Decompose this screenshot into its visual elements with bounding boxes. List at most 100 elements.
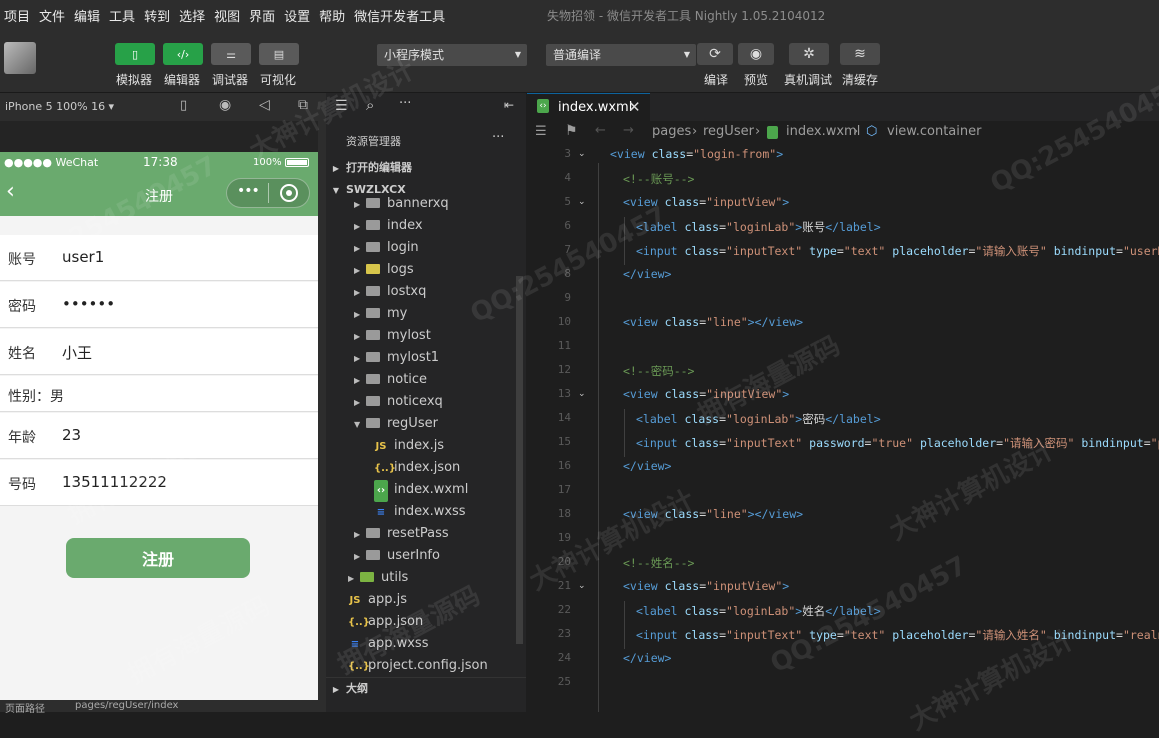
menu-item[interactable]: 微信开发者工具	[354, 6, 445, 25]
tree-folder[interactable]: ▶ resetPass	[354, 523, 449, 545]
volume-icon[interactable]: ◁	[259, 97, 270, 113]
tree-folder[interactable]: ▶ index	[354, 215, 423, 237]
more-dots-icon[interactable]: •••	[237, 183, 260, 199]
list-icon[interactable]: ☰	[535, 124, 547, 139]
folder-icon	[366, 264, 380, 274]
menu-item[interactable]: 工具	[109, 6, 135, 25]
toolbar-label: 编译	[704, 73, 729, 87]
tree-folder[interactable]: ▶ logs	[354, 259, 414, 281]
chevron-right-icon: ▶	[354, 552, 361, 561]
phone-button[interactable]: ▯	[115, 43, 155, 65]
fold-chevron-icon[interactable]: ⌄	[578, 149, 586, 159]
breadcrumb-symbol[interactable]: view.container	[887, 124, 981, 139]
tree-folder[interactable]: ▶ notice	[354, 369, 427, 391]
form-row[interactable]: 姓名 小王	[0, 329, 318, 375]
form-label: 号码	[8, 477, 36, 493]
open-editors-section[interactable]: ▶ 打开的编辑器	[326, 157, 526, 179]
tree-folder[interactable]: ▶ login	[354, 237, 419, 259]
line-number: 14	[557, 411, 571, 424]
layers-button[interactable]: ≋	[840, 43, 880, 65]
more-icon[interactable]: ···	[492, 130, 504, 145]
back-arrow-icon[interactable]: ←	[595, 123, 606, 138]
line-number: 4	[564, 171, 571, 184]
editor-tab-bar: ‹› index.wxml ✕	[527, 93, 1159, 121]
collapse-panel-icon[interactable]: ⇤	[504, 98, 514, 112]
refresh-icon: ⟳	[709, 46, 721, 62]
code-line: <input class="inputText" type="text" pla…	[636, 628, 1159, 642]
tree-folder[interactable]: ▶ lostxq	[354, 281, 426, 303]
folder-icon	[366, 418, 380, 428]
tab-index-wxml[interactable]: ‹› index.wxml ✕	[527, 93, 650, 121]
tree-folder[interactable]: ▶ userInfo	[354, 545, 440, 567]
tree-item-label: index	[387, 218, 423, 233]
panel-splitter[interactable]	[318, 93, 326, 700]
page-path-value[interactable]: pages/regUser/index	[75, 700, 178, 711]
explorer-scrollbar[interactable]	[516, 276, 523, 644]
form-input[interactable]: ••••••	[62, 295, 115, 313]
fold-chevron-icon[interactable]: ⌄	[578, 389, 586, 399]
outline-section[interactable]: ▶ 大纲	[326, 677, 526, 700]
tree-folder[interactable]: ▶ my	[354, 303, 407, 325]
eye-button[interactable]: ◉	[738, 43, 774, 65]
form-input[interactable]: 小王	[62, 342, 92, 363]
close-icon[interactable]: ✕	[628, 98, 641, 116]
tree-folder[interactable]: ▶ noticexq	[354, 391, 443, 413]
back-arrow-icon[interactable]: ‹	[6, 181, 15, 203]
menu-item[interactable]: 选择	[179, 6, 205, 25]
fold-chevron-icon[interactable]: ⌄	[578, 197, 586, 207]
chevron-right-icon: ▶	[354, 310, 361, 319]
form-input[interactable]: 23	[62, 426, 81, 444]
form-row[interactable]: 性别：男	[0, 376, 318, 412]
breadcrumb-folder[interactable]: regUser	[703, 124, 754, 139]
indent-guide	[624, 433, 625, 457]
record-icon[interactable]: ◉	[219, 97, 231, 113]
tree-item-label: index.wxss	[394, 504, 466, 519]
chevron-right-icon: ▶	[354, 288, 361, 297]
avatar[interactable]	[4, 42, 36, 74]
tree-file[interactable]: JS index.js	[374, 435, 445, 457]
fold-chevron-icon[interactable]: ⌄	[578, 581, 586, 591]
tree-file[interactable]: JS app.js	[348, 589, 407, 611]
breadcrumb-file[interactable]: index.wxml	[786, 124, 860, 139]
close-circle-icon[interactable]	[280, 184, 298, 202]
tree-item-label: notice	[387, 372, 428, 387]
tree-folder[interactable]: ▶ mylost	[354, 325, 431, 347]
menu-item[interactable]: 编辑	[74, 6, 100, 25]
menu-item[interactable]: 界面	[249, 6, 275, 25]
compile-select[interactable]: 普通编译 ▼	[546, 44, 696, 66]
tree-file[interactable]: ≡ index.wxss	[374, 501, 466, 523]
code-line: <view class="inputView">	[623, 579, 790, 593]
forward-arrow-icon[interactable]: →	[623, 123, 634, 138]
bookmark-icon[interactable]: ⚑	[565, 123, 578, 139]
register-button[interactable]: 注册	[66, 538, 250, 578]
tree-item-label: noticexq	[387, 394, 443, 409]
tree-file[interactable]: ‹› index.wxml	[374, 479, 468, 502]
tree-folder[interactable]: ▶ mylost1	[354, 347, 439, 369]
menu-item[interactable]: 项目	[4, 6, 30, 25]
tree-folder[interactable]: ▶ bannerxq	[354, 193, 449, 215]
code-line: <!--姓名-->	[623, 556, 695, 570]
tree-file[interactable]: {..}index.json	[374, 457, 460, 479]
layout-button[interactable]: ▤	[259, 43, 299, 65]
chevron-right-icon: ›	[692, 124, 698, 139]
menu-item[interactable]: 设置	[284, 6, 310, 25]
refresh-button[interactable]: ⟳	[697, 43, 733, 65]
tree-folder[interactable]: ▼ regUser	[354, 413, 438, 435]
menu-item[interactable]: 文件	[39, 6, 65, 25]
bug-button[interactable]: ✲	[789, 43, 829, 65]
more-icon[interactable]: ···	[399, 96, 411, 111]
phone-icon[interactable]: ▯	[180, 98, 187, 113]
tree-folder[interactable]: ▶ utils	[348, 567, 408, 589]
debug-button[interactable]: ⚌	[211, 43, 251, 65]
menu-item[interactable]: 帮助	[319, 6, 345, 25]
menu-item[interactable]: 转到	[144, 6, 170, 25]
form-row[interactable]: 密码 ••••••	[0, 282, 318, 328]
menu-item[interactable]: 视图	[214, 6, 240, 25]
code-line: <label class="loginLab">密码</label>	[636, 412, 881, 426]
capsule-menu[interactable]: •••	[226, 178, 310, 208]
line-number: 25	[557, 675, 571, 688]
device-select[interactable]: iPhone 5 100% 16 ▾	[5, 100, 114, 113]
breadcrumb-pages[interactable]: pages	[652, 124, 691, 139]
code-button[interactable]: ‹/›	[163, 43, 203, 65]
chevron-down-icon: ▼	[514, 50, 521, 59]
